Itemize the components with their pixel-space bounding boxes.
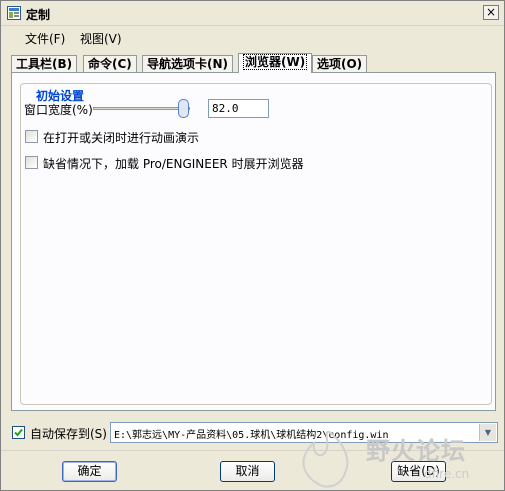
window-width-label: 窗口宽度(%) xyxy=(24,103,93,117)
expand-browser-label: 缺省情况下，加载 Pro/ENGINEER 时展开浏览器 xyxy=(43,157,304,171)
window-width-input[interactable]: 82.0 xyxy=(208,99,269,118)
autosave-label: 自动保存到(S) xyxy=(30,427,107,441)
animate-checkbox[interactable] xyxy=(25,130,38,143)
animate-label: 在打开或关闭时进行动画演示 xyxy=(43,131,200,145)
close-button[interactable]: × xyxy=(483,5,499,20)
autosave-path-combo[interactable]: E:\郭志远\MY-产品资料\05.球机\球机结构2\config.win ▼ xyxy=(110,422,498,443)
autosave-path-text: E:\郭志远\MY-产品资料\05.球机\球机结构2\config.win xyxy=(114,430,389,441)
width-slider-thumb[interactable] xyxy=(177,99,189,118)
default-button[interactable]: 缺省(D) xyxy=(391,461,446,482)
menu-view[interactable]: 视图(V) xyxy=(80,30,122,47)
check-icon xyxy=(14,428,23,437)
close-icon: × xyxy=(485,5,497,19)
tab-options[interactable]: 选项(O) xyxy=(312,55,368,72)
tab-browser[interactable]: 浏览器(W) xyxy=(238,53,313,73)
width-slider-track[interactable] xyxy=(93,107,190,110)
tab-toolbars[interactable]: 工具栏(B) xyxy=(11,55,78,72)
combo-arrow-icon[interactable]: ▼ xyxy=(479,424,496,441)
expand-browser-checkbox[interactable] xyxy=(25,156,38,169)
menu-bar: 文件(F) 视图(V) xyxy=(1,26,504,48)
tab-commands[interactable]: 命令(C) xyxy=(83,55,137,72)
autosave-row: 自动保存到(S) E:\郭志远\MY-产品资料\05.球机\球机结构2\conf… xyxy=(1,422,504,444)
ok-button[interactable]: 确定 xyxy=(62,461,117,482)
menu-file[interactable]: 文件(F) xyxy=(25,30,65,47)
window-title: 定制 xyxy=(26,8,51,22)
footer-separator xyxy=(1,450,504,451)
title-bar: 定制 × xyxy=(1,1,504,26)
browser-panel: 初始设置 窗口宽度(%) 82.0 在打开或关闭时进行动画演示 缺省情况下，加载… xyxy=(11,72,496,411)
tab-strip: 工具栏(B) 命令(C) 导航选项卡(N) 浏览器(W) 选项(O) xyxy=(11,53,491,73)
cancel-button[interactable]: 取消 xyxy=(220,461,275,482)
window-icon xyxy=(7,6,21,20)
autosave-checkbox[interactable] xyxy=(12,426,25,439)
customize-dialog: 定制 × 文件(F) 视图(V) 工具栏(B) 命令(C) 导航选项卡(N) 浏… xyxy=(0,0,505,491)
tab-navigator[interactable]: 导航选项卡(N) xyxy=(142,55,234,72)
